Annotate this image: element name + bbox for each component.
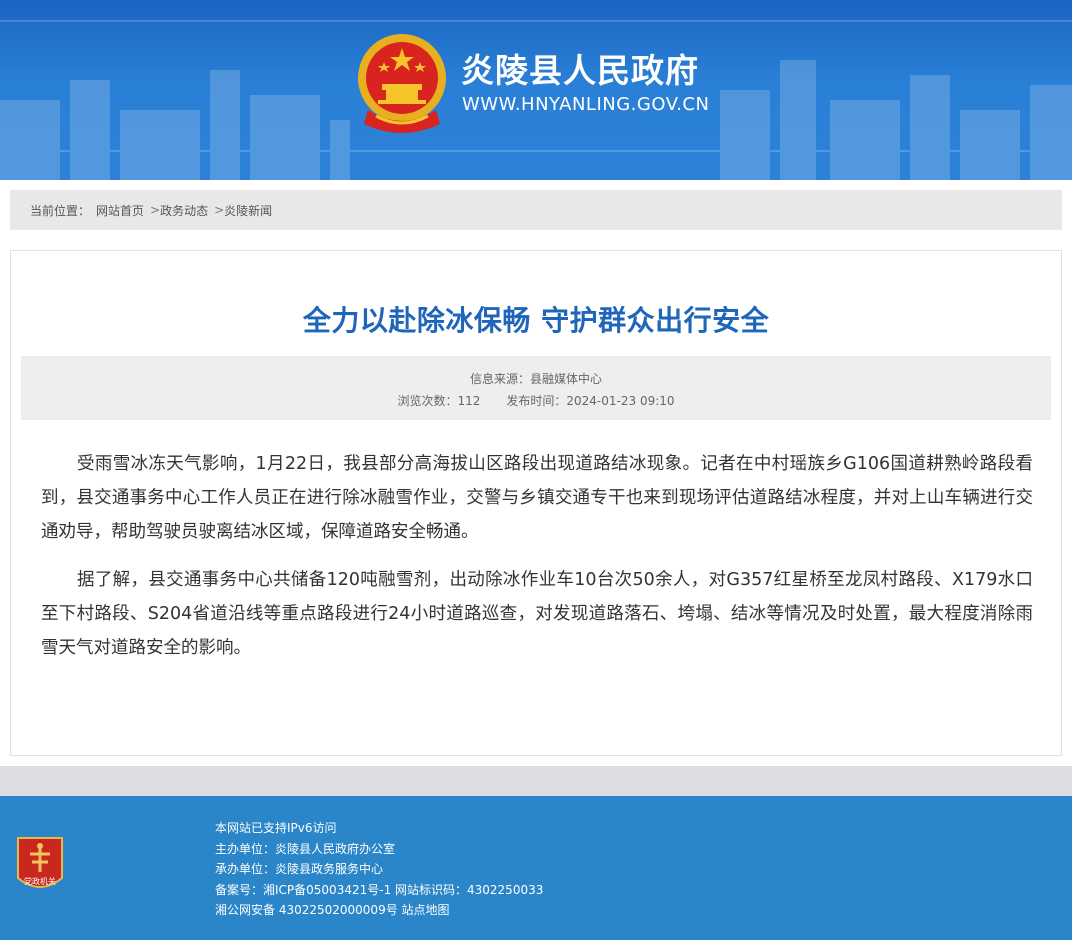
ipv6-notice: 本网站已支持IPv6访问	[215, 821, 337, 835]
publish-label: 发布时间：	[506, 394, 567, 408]
footer-info: 本网站已支持IPv6访问 主办单位：炎陵县人民政府办公室 承办单位：炎陵县政务服…	[215, 818, 543, 921]
breadcrumb-item-news-affairs[interactable]: 政务动态	[160, 202, 208, 219]
breadcrumb-item-yanling-news[interactable]: 炎陵新闻	[224, 202, 272, 219]
breadcrumb-separator: >	[214, 203, 225, 217]
article-source: 信息来源：县融媒体中心	[469, 372, 602, 386]
breadcrumb-prefix: 当前位置：	[30, 203, 91, 218]
national-emblem-icon	[358, 34, 446, 133]
article-paragraph: 受雨雪冰冻天气影响，1月22日，我县部分高海拔山区路段出现道路结冰现象。记者在中…	[41, 454, 1033, 542]
article-body: 受雨雪冰冻天气影响，1月22日，我县部分高海拔山区路段出现道路结冰现象。记者在中…	[41, 447, 1033, 679]
article-stats: 浏览次数：112 发布时间：2024-01-23 09:10	[21, 392, 1051, 409]
breadcrumb-separator: >	[150, 203, 161, 217]
site-name[interactable]: 炎陵县人民政府	[461, 44, 699, 92]
public-security-record[interactable]: 湘公网安备 43022502000009号 站点地图	[215, 900, 543, 921]
article-meta: 信息来源：县融媒体中心 浏览次数：112 发布时间：2024-01-23 09:1…	[21, 356, 1051, 420]
site-url[interactable]: WWW.HNYANLING.GOV.CN	[462, 94, 709, 115]
badge-label: 党政机关	[24, 876, 56, 886]
party-government-badge-icon[interactable]: 党政机关	[14, 834, 66, 894]
views-label: 浏览次数：	[397, 394, 458, 408]
breadcrumb: 当前位置： 网站首页 > 政务动态 > 炎陵新闻	[10, 190, 1062, 230]
organizer-info: 承办单位：炎陵县政务服务中心	[215, 862, 384, 876]
breadcrumb-item-home[interactable]: 网站首页	[96, 202, 144, 219]
article-title: 全力以赴除冰保畅 守护群众出行安全	[302, 304, 770, 337]
article-paragraph: 据了解，县交通事务中心共储备120吨融雪剂，出动除冰作业车10台次50余人，对G…	[41, 570, 1033, 658]
article-panel: 全力以赴除冰保畅 守护群众出行安全 信息来源：县融媒体中心 浏览次数：112 发布…	[10, 250, 1062, 756]
sponsor-info: 主办单位：炎陵县人民政府办公室	[215, 841, 396, 856]
footer-divider	[0, 766, 1072, 796]
publish-time: 2024-01-23 09:10	[566, 394, 675, 408]
icp-record[interactable]: 备案号：湘ICP备05003421号-1 网站标识码：4302250033	[215, 880, 543, 901]
views-count: 112	[457, 394, 481, 408]
site-footer: 党政机关 本网站已支持IPv6访问 主办单位：炎陵县人民政府办公室 承办单位：炎…	[0, 796, 1072, 940]
site-header: 炎陵县人民政府 WWW.HNYANLING.GOV.CN	[0, 0, 1072, 180]
